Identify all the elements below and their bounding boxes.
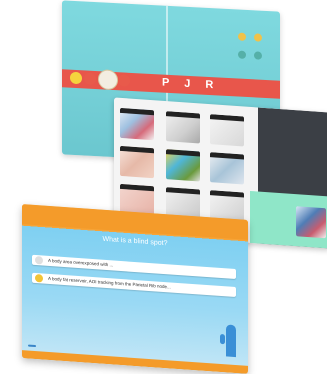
avatar[interactable]	[70, 71, 82, 85]
emoji-icon[interactable]	[238, 32, 246, 41]
emoji-icon[interactable]	[254, 33, 263, 42]
emoji-icon[interactable]	[254, 51, 263, 60]
answer-text: A body fat reservoir, AOI tracking from …	[48, 275, 171, 290]
gallery-tile[interactable]	[166, 149, 200, 182]
avatar[interactable]	[98, 69, 118, 91]
action-button[interactable]	[28, 344, 36, 348]
emoji-icon[interactable]	[238, 50, 246, 59]
gallery-tile[interactable]	[210, 114, 244, 147]
quiz-question-screen: What is a blind spot? A body area overex…	[22, 204, 248, 374]
avatar[interactable]	[118, 74, 130, 87]
avatar[interactable]	[84, 72, 96, 86]
gallery-tile[interactable]	[166, 111, 200, 144]
gallery-tile[interactable]	[120, 107, 154, 141]
answer-text: A body area overexposed with ...	[48, 257, 114, 268]
answer-marker-selected	[35, 274, 43, 283]
footer-bar	[22, 350, 248, 374]
gallery-tile[interactable]	[210, 152, 244, 185]
banner-arrow	[274, 80, 280, 99]
reaction-icons	[236, 29, 272, 67]
gallery-tile[interactable]	[120, 145, 154, 179]
cactus-icon	[226, 324, 236, 358]
answer-marker	[35, 256, 43, 265]
preview-image[interactable]	[296, 206, 326, 239]
